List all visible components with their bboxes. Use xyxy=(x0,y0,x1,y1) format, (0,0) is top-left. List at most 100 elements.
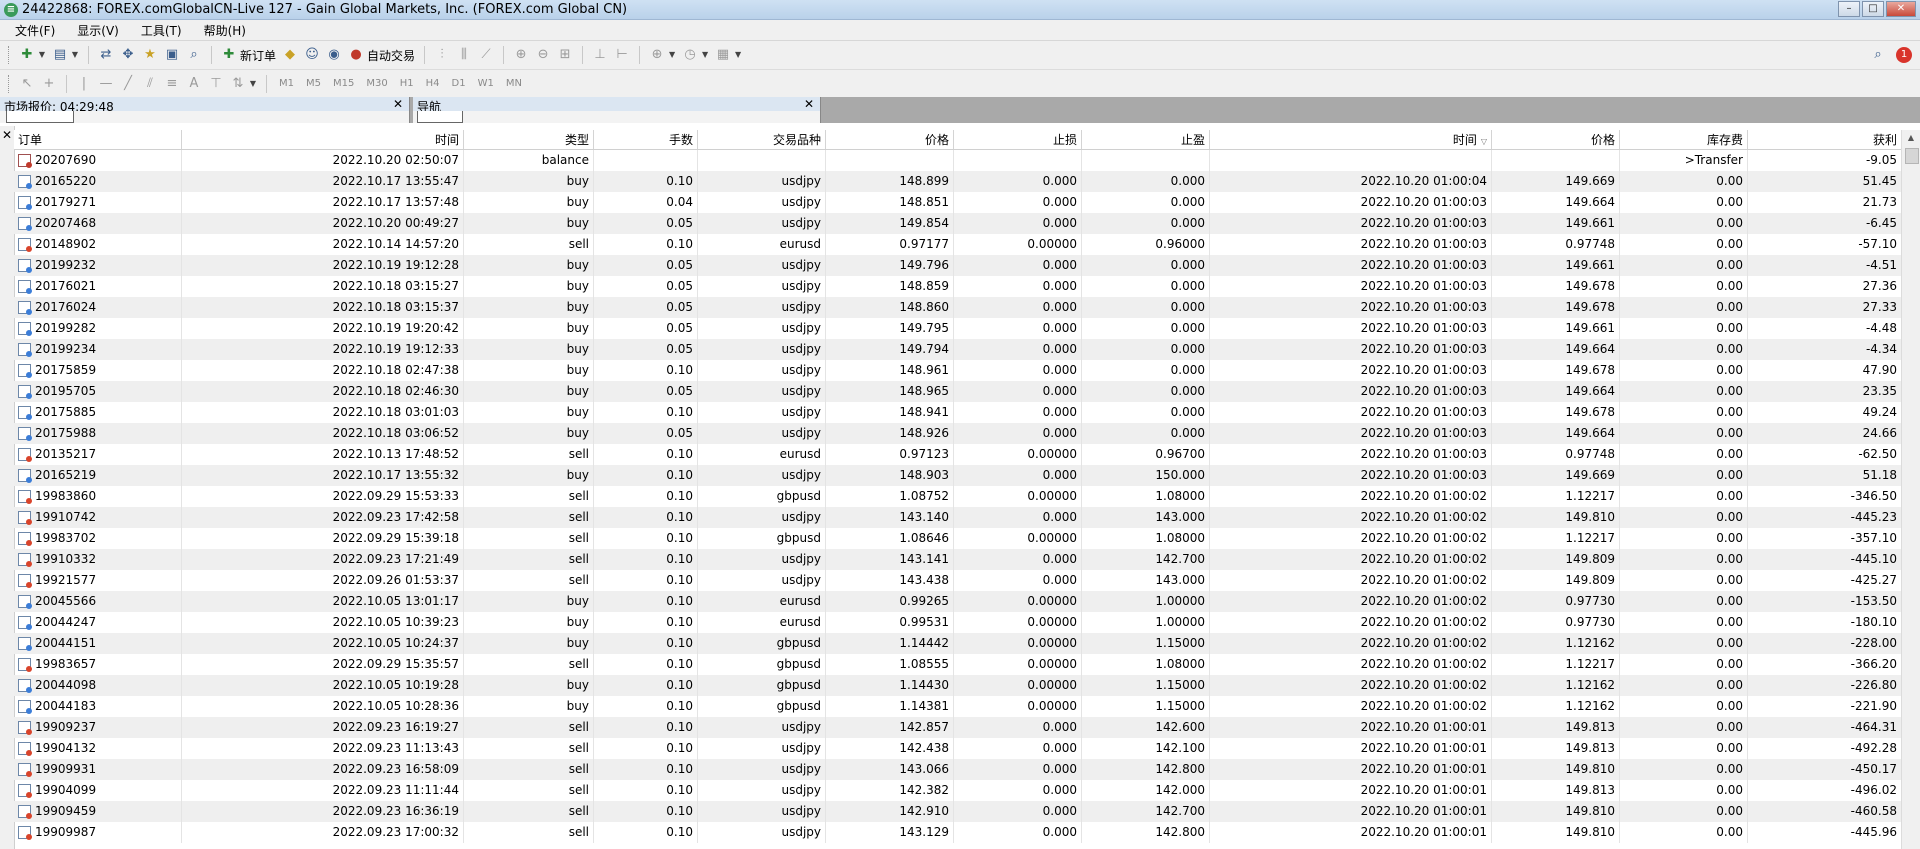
column-order[interactable]: 订单 xyxy=(14,130,182,149)
table-row[interactable]: 19983860 2022.09.29 15:53:33 sell 0.10 gbpus… xyxy=(14,486,1901,507)
table-row[interactable]: 20199234 2022.10.19 19:12:33 buy 0.05 usdjpy… xyxy=(14,339,1901,360)
new-chart-button[interactable]: ✚ ▼ xyxy=(16,44,49,66)
navigator-button[interactable]: ★ xyxy=(139,44,161,66)
maximize-button[interactable]: □ xyxy=(1862,1,1884,17)
table-row[interactable]: 19921577 2022.09.26 01:53:37 sell 0.10 usdjp… xyxy=(14,570,1901,591)
column-lots[interactable]: 手数 xyxy=(594,130,698,149)
column-stop-loss[interactable]: 止损 xyxy=(954,130,1082,149)
table-row[interactable]: 20165220 2022.10.17 13:55:47 buy 0.10 usdjpy… xyxy=(14,171,1901,192)
table-row[interactable]: 20195705 2022.10.18 02:46:30 buy 0.05 usdjpy… xyxy=(14,381,1901,402)
menu-file[interactable]: 文件(F) xyxy=(4,22,66,39)
timeframe-mn[interactable]: MN xyxy=(500,78,528,89)
timeframe-w1[interactable]: W1 xyxy=(472,78,500,89)
data-window-button[interactable]: ✥ xyxy=(117,44,139,66)
arrows-button[interactable]: ⇅ ▼ xyxy=(227,73,260,95)
bar-chart-button[interactable]: ⫶ xyxy=(431,44,453,66)
text-label-button[interactable]: ⊤ xyxy=(205,73,227,95)
metaeditor-button[interactable]: ◆ xyxy=(279,44,301,66)
table-row[interactable]: 20165219 2022.10.17 13:55:32 buy 0.10 usdjpy… xyxy=(14,465,1901,486)
close-icon[interactable]: ✕ xyxy=(393,97,403,111)
menu-help[interactable]: 帮助(H) xyxy=(193,22,257,39)
vertical-line-button[interactable]: | xyxy=(73,73,95,95)
timeframe-m15[interactable]: M15 xyxy=(327,78,360,89)
table-row[interactable]: 20179271 2022.10.17 13:57:48 buy 0.04 usdjpy… xyxy=(14,192,1901,213)
toolbar-grip[interactable] xyxy=(8,74,12,93)
timeframe-m1[interactable]: M1 xyxy=(273,78,300,89)
column-symbol[interactable]: 交易品种 xyxy=(698,130,826,149)
terminal-button[interactable]: ▣ xyxy=(161,44,183,66)
table-row[interactable]: 20175885 2022.10.18 03:01:03 buy 0.10 usdjpy… xyxy=(14,402,1901,423)
table-row[interactable]: 19904099 2022.09.23 11:11:44 sell 0.10 usdjp… xyxy=(14,780,1901,801)
zoom-in-button[interactable]: ⊕ xyxy=(510,44,532,66)
column-open-price[interactable]: 价格 xyxy=(826,130,954,149)
trendline-button[interactable]: ╱ xyxy=(117,73,139,95)
community-button[interactable]: ☺ xyxy=(301,44,323,66)
profiles-button[interactable]: ▤ ▼ xyxy=(49,44,82,66)
fibonacci-button[interactable]: ≡ xyxy=(161,73,183,95)
table-row[interactable]: 20135217 2022.10.13 17:48:52 sell 0.10 eurus… xyxy=(14,444,1901,465)
line-chart-button[interactable]: ⟋ xyxy=(475,44,497,66)
horizontal-line-button[interactable]: — xyxy=(95,73,117,95)
table-row[interactable]: 20044151 2022.10.05 10:24:37 buy 0.10 gbpusd… xyxy=(14,633,1901,654)
table-row[interactable]: 19910742 2022.09.23 17:42:58 sell 0.10 usdjp… xyxy=(14,507,1901,528)
market-watch-button[interactable]: ⇄ xyxy=(95,44,117,66)
column-close-price[interactable]: 价格 xyxy=(1492,130,1620,149)
table-row[interactable]: 20045566 2022.10.05 13:01:17 buy 0.10 eurusd… xyxy=(14,591,1901,612)
table-row[interactable]: 20199232 2022.10.19 19:12:28 buy 0.05 usdjpy… xyxy=(14,255,1901,276)
table-row[interactable]: 20176021 2022.10.18 03:15:27 buy 0.05 usdjpy… xyxy=(14,276,1901,297)
tile-windows-button[interactable]: ⊞ xyxy=(554,44,576,66)
table-row[interactable]: 20207690 2022.10.20 02:50:07 balance >Trans… xyxy=(14,150,1901,171)
signals-button[interactable]: ◉ xyxy=(323,44,345,66)
column-take-profit[interactable]: 止盈 xyxy=(1082,130,1210,149)
timeframe-m30[interactable]: M30 xyxy=(360,78,393,89)
chart-shift-button[interactable]: ⊥ xyxy=(589,44,611,66)
table-row[interactable]: 19909237 2022.09.23 16:19:27 sell 0.10 usdjp… xyxy=(14,717,1901,738)
table-row[interactable]: 20044247 2022.10.05 10:39:23 buy 0.10 eurusd… xyxy=(14,612,1901,633)
timeframe-m5[interactable]: M5 xyxy=(300,78,327,89)
autoscroll-button[interactable]: ⊢ xyxy=(611,44,633,66)
table-row[interactable]: 20175859 2022.10.18 02:47:38 buy 0.10 usdjpy… xyxy=(14,360,1901,381)
menu-view[interactable]: 显示(V) xyxy=(66,22,130,39)
scroll-up-arrow[interactable]: ▲ xyxy=(1902,130,1920,146)
zoom-out-button[interactable]: ⊖ xyxy=(532,44,554,66)
channel-button[interactable]: ⫽ xyxy=(139,73,161,95)
indicators-button[interactable]: ⊕ ▼ xyxy=(646,44,679,66)
crosshair-button[interactable]: + xyxy=(38,73,60,95)
timeframe-h1[interactable]: H1 xyxy=(394,78,420,89)
text-button[interactable]: A xyxy=(183,73,205,95)
table-row[interactable]: 20176024 2022.10.18 03:15:37 buy 0.05 usdjpy… xyxy=(14,297,1901,318)
periods-button[interactable]: ◷ ▼ xyxy=(679,44,712,66)
column-profit[interactable]: 获利 xyxy=(1748,130,1901,149)
new-order-button[interactable]: ✚ 新订单 xyxy=(218,44,279,66)
table-row[interactable]: 20148902 2022.10.14 14:57:20 sell 0.10 eurus… xyxy=(14,234,1901,255)
auto-trading-button[interactable]: ● 自动交易 xyxy=(345,44,418,66)
table-row[interactable]: 19909987 2022.09.23 17:00:32 sell 0.10 usdjp… xyxy=(14,822,1901,843)
table-row[interactable]: 19904132 2022.09.23 11:13:43 sell 0.10 usdjp… xyxy=(14,738,1901,759)
timeframe-d1[interactable]: D1 xyxy=(446,78,472,89)
table-row[interactable]: 19909931 2022.09.23 16:58:09 sell 0.10 usdjp… xyxy=(14,759,1901,780)
close-icon[interactable]: ✕ xyxy=(804,97,814,111)
close-icon[interactable]: ✕ xyxy=(2,128,12,142)
table-row[interactable]: 20175988 2022.10.18 03:06:52 buy 0.05 usdjpy… xyxy=(14,423,1901,444)
table-row[interactable]: 20199282 2022.10.19 19:20:42 buy 0.05 usdjpy… xyxy=(14,318,1901,339)
minimize-button[interactable]: – xyxy=(1838,1,1860,17)
table-row[interactable]: 19910332 2022.09.23 17:21:49 sell 0.10 usdjp… xyxy=(14,549,1901,570)
search-icon[interactable]: ⌕ xyxy=(1870,47,1886,63)
table-row[interactable]: 19983702 2022.09.29 15:39:18 sell 0.10 gbpus… xyxy=(14,528,1901,549)
scroll-thumb[interactable] xyxy=(1905,148,1919,164)
notification-badge[interactable]: 1 xyxy=(1896,47,1912,63)
toolbar-grip[interactable] xyxy=(8,46,12,64)
table-row[interactable]: 19983657 2022.09.29 15:35:57 sell 0.10 gbpus… xyxy=(14,654,1901,675)
vertical-scrollbar[interactable]: ▲ xyxy=(1901,130,1920,849)
market-watch-tab[interactable] xyxy=(6,111,74,123)
cursor-button[interactable]: ↖ xyxy=(16,73,38,95)
timeframe-h4[interactable]: H4 xyxy=(420,78,446,89)
table-row[interactable]: 19909459 2022.09.23 16:36:19 sell 0.10 usdjp… xyxy=(14,801,1901,822)
strategy-tester-button[interactable]: ⌕ xyxy=(183,44,205,66)
table-row[interactable]: 20044183 2022.10.05 10:28:36 buy 0.10 gbpusd… xyxy=(14,696,1901,717)
menu-tools[interactable]: 工具(T) xyxy=(130,22,193,39)
column-swap[interactable]: 库存费 xyxy=(1620,130,1748,149)
column-close-time[interactable]: 时间 ▽ xyxy=(1210,130,1492,149)
column-open-time[interactable]: 时间 xyxy=(182,130,464,149)
table-row[interactable]: 20207468 2022.10.20 00:49:27 buy 0.05 usdjpy… xyxy=(14,213,1901,234)
